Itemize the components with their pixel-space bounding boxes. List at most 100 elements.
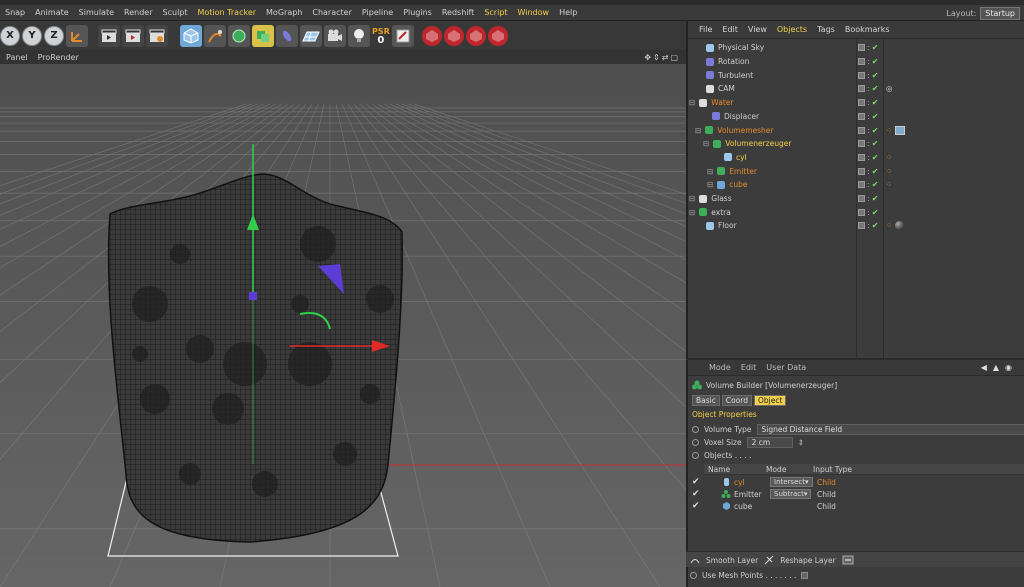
mograph-tag-icon[interactable]: ⁘	[886, 126, 892, 135]
am-navigation-arrows[interactable]: ◀▲◉	[981, 363, 1018, 372]
om-menu-bookmarks[interactable]: Bookmarks	[840, 25, 895, 34]
light-button[interactable]	[348, 24, 370, 47]
floor-object-button[interactable]	[300, 24, 322, 47]
visibility-toggles[interactable]: : ✔	[858, 126, 879, 134]
object-name-cell[interactable]: ⊟ Volumenerzeuger	[703, 139, 791, 148]
object-name-cell[interactable]: ⊟ extra	[689, 208, 731, 217]
3d-viewport[interactable]	[0, 64, 686, 587]
visibility-toggles[interactable]: : ✔	[858, 44, 878, 52]
object-tags[interactable]: ⁘	[886, 125, 906, 135]
layout-value[interactable]: Startup	[980, 6, 1020, 20]
object-row-displacer[interactable]: Displacer: ✔	[688, 110, 1024, 124]
object-tags[interactable]: ◎	[886, 84, 893, 93]
object-name-cell[interactable]: CAM	[706, 84, 735, 93]
visibility-dots-icon[interactable]: :	[867, 167, 870, 175]
object-row-physical sky[interactable]: Physical Sky : ✔	[688, 41, 1024, 55]
object-name-cell[interactable]: ⊟ Glass	[689, 194, 732, 203]
enabled-check-icon[interactable]: ✔	[872, 99, 879, 107]
psr-indicator[interactable]: PSR 0	[372, 27, 390, 46]
object-tags[interactable]: ⁘	[886, 167, 892, 176]
menu-render[interactable]: Render	[119, 8, 157, 17]
am-menu-mode[interactable]: Mode	[704, 363, 736, 372]
viewport-canvas[interactable]	[0, 64, 686, 587]
visibility-toggles[interactable]: : ✔	[858, 208, 879, 216]
object-name-cell[interactable]: Floor	[706, 221, 737, 230]
list-item[interactable]: ✔ cube Child	[692, 500, 1024, 512]
layer-box-icon[interactable]	[858, 153, 865, 161]
enabled-check-icon[interactable]: ✔	[872, 222, 879, 230]
enabled-check-icon[interactable]: ✔	[872, 167, 879, 175]
visibility-dots-icon[interactable]: :	[867, 222, 870, 230]
object-row-water[interactable]: ⊟ Water: ✔	[688, 96, 1024, 110]
enabled-check-icon[interactable]: ✔	[872, 58, 879, 66]
menu-sculpt[interactable]: Sculpt	[158, 8, 193, 17]
layer-box-icon[interactable]	[858, 222, 865, 230]
deformer-button[interactable]	[276, 24, 298, 47]
menu-redshift[interactable]: Redshift	[437, 8, 479, 17]
row-enabled-checkbox[interactable]: ✔	[692, 477, 700, 487]
tab-coord[interactable]: Coord	[721, 395, 752, 406]
om-menu-file[interactable]: File	[694, 25, 717, 34]
material-tag-icon[interactable]	[895, 125, 906, 135]
render-view-button[interactable]	[98, 24, 120, 47]
enabled-check-icon[interactable]: ✔	[872, 208, 879, 216]
menu-motion-tracker[interactable]: Motion Tracker	[193, 8, 262, 17]
object-row-glass[interactable]: ⊟ Glass: ✔	[688, 192, 1024, 206]
visibility-dots-icon[interactable]: :	[867, 140, 870, 148]
object-name-cell[interactable]: ⊟ cube	[707, 180, 748, 189]
tab-object[interactable]: Object	[754, 395, 787, 406]
enabled-check-icon[interactable]: ✔	[872, 112, 879, 120]
enabled-check-icon[interactable]: ✔	[872, 85, 879, 93]
gizmo-center-handle[interactable]	[249, 292, 257, 300]
render-settings-button[interactable]	[146, 24, 168, 47]
voxel-size-keyframe-dot[interactable]	[692, 439, 699, 446]
enabled-check-icon[interactable]: ✔	[872, 71, 879, 79]
object-tags[interactable]: ⁘	[886, 180, 892, 189]
layer-box-icon[interactable]	[858, 44, 865, 52]
voxel-size-input[interactable]: 2 cm	[746, 437, 793, 448]
enabled-check-icon[interactable]: ✔	[872, 140, 879, 148]
object-row-rotation[interactable]: Rotation: ✔	[688, 55, 1024, 69]
object-row-cyl[interactable]: cyl: ✔ ⁘	[688, 151, 1024, 165]
object-name-cell[interactable]: Physical Sky	[706, 43, 764, 52]
visibility-toggles[interactable]: : ✔	[858, 99, 879, 107]
visibility-toggles[interactable]: : ✔	[858, 71, 879, 79]
mograph-tag-icon[interactable]: ⁘	[886, 221, 892, 230]
redshift-settings-button[interactable]	[487, 25, 508, 46]
visibility-dots-icon[interactable]: :	[867, 99, 870, 107]
object-name-cell[interactable]: cyl	[724, 153, 747, 162]
layer-options-icon[interactable]	[842, 555, 854, 565]
visibility-toggles[interactable]: : ✔	[858, 167, 879, 175]
layer-box-icon[interactable]	[858, 126, 865, 134]
viewport-navigation-icons[interactable]: ✥⇕⇄▢	[644, 53, 680, 62]
note-button[interactable]	[391, 24, 414, 47]
visibility-dots-icon[interactable]: :	[867, 71, 870, 79]
visibility-toggles[interactable]: : ✔	[858, 181, 878, 189]
objects-keyframe-dot[interactable]	[692, 452, 699, 459]
x-axis-lock-button[interactable]: X	[0, 25, 20, 46]
layer-box-icon[interactable]	[858, 71, 865, 79]
object-tags[interactable]: ⁘	[886, 221, 905, 231]
menu-animate[interactable]: Animate	[30, 8, 74, 17]
om-menu-view[interactable]: View	[743, 25, 772, 34]
tab-basic[interactable]: Basic	[692, 395, 720, 406]
visibility-toggles[interactable]: : ✔	[858, 153, 878, 161]
row-mode-dropdown[interactable]: Subtract▾	[770, 489, 812, 499]
layer-box-icon[interactable]	[858, 167, 865, 175]
object-row-cam[interactable]: CAM : ✔ ◎	[688, 82, 1024, 96]
menu-script[interactable]: Script	[479, 8, 512, 17]
layer-box-icon[interactable]	[858, 208, 865, 216]
visibility-dots-icon[interactable]: :	[867, 181, 870, 189]
expand-toggle-icon[interactable]: ⊟	[689, 194, 695, 203]
layer-box-icon[interactable]	[858, 195, 865, 203]
reshape-layer-button[interactable]: Reshape Layer	[780, 556, 835, 565]
object-row-extra[interactable]: ⊟ extra : ✔	[688, 205, 1024, 219]
camera-button[interactable]	[324, 24, 346, 47]
y-axis-lock-button[interactable]: Y	[22, 25, 42, 46]
visibility-toggles[interactable]: : ✔	[858, 85, 879, 93]
object-name-cell[interactable]: Turbulent	[706, 71, 753, 80]
enabled-check-icon[interactable]: ✔	[872, 126, 879, 134]
redshift-material-button[interactable]	[443, 25, 464, 46]
object-name-cell[interactable]: ⊟ Volumemesher	[695, 126, 773, 135]
visibility-toggles[interactable]: : ✔	[858, 140, 879, 148]
